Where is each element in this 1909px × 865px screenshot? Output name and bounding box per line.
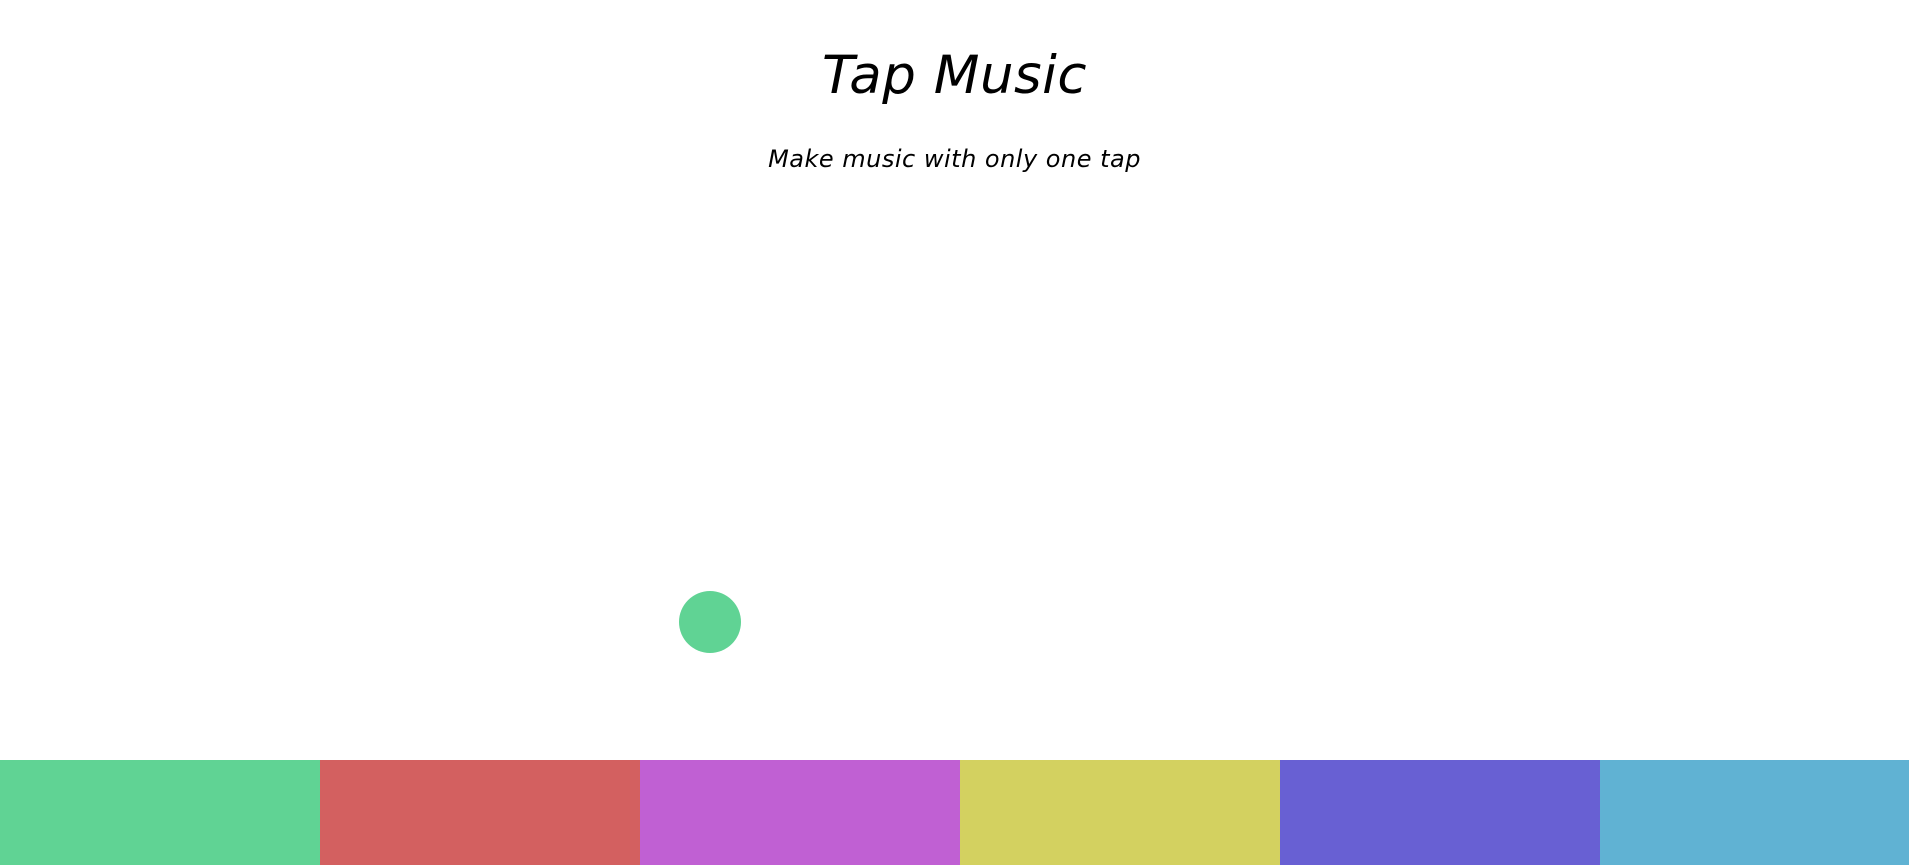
pad-3[interactable] — [640, 760, 960, 865]
pad-6[interactable] — [1600, 760, 1909, 865]
visual-stage — [0, 190, 1909, 760]
page-title: Tap Music — [821, 45, 1088, 106]
animated-ball — [679, 591, 741, 653]
pad-4[interactable] — [960, 760, 1280, 865]
page-subtitle: Make music with only one tap — [768, 145, 1141, 173]
pad-5[interactable] — [1280, 760, 1600, 865]
sound-pads — [0, 760, 1909, 865]
pad-1[interactable] — [0, 760, 320, 865]
pad-2[interactable] — [320, 760, 640, 865]
